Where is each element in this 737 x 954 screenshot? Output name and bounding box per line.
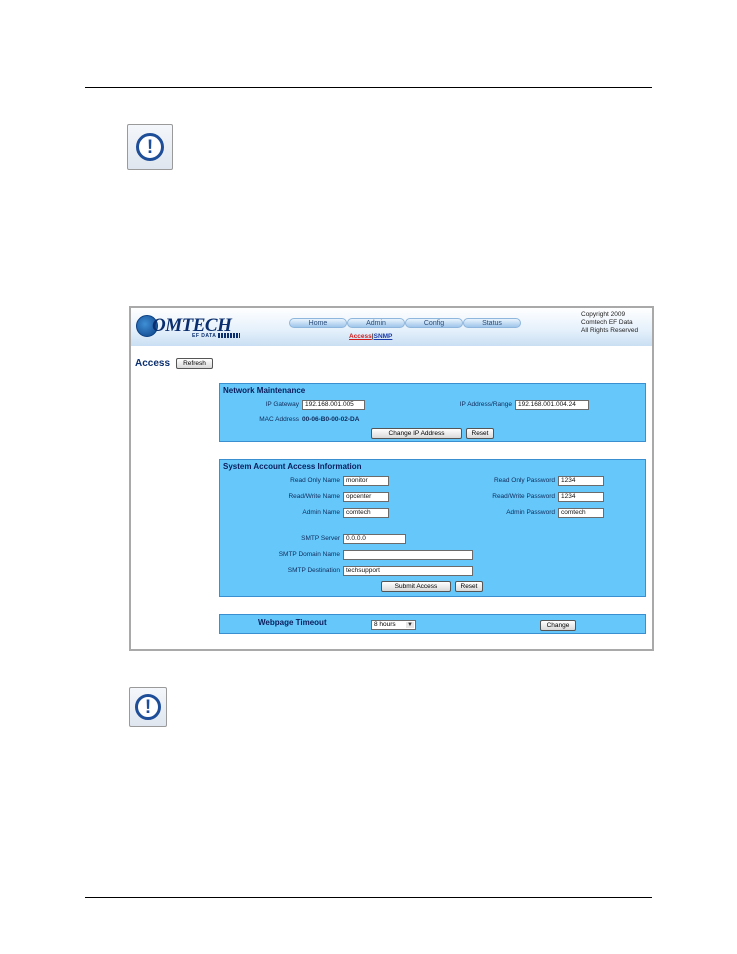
refresh-button[interactable]: Refresh bbox=[176, 358, 213, 369]
read-only-password-input[interactable]: 1234 bbox=[558, 476, 604, 486]
smtp-domain-label: SMTP Domain Name bbox=[278, 551, 340, 558]
tab-config[interactable]: Config bbox=[405, 318, 463, 328]
read-write-name-input[interactable]: opcenter bbox=[343, 492, 389, 502]
comtech-logo: OMTECH EF DATA bbox=[136, 313, 246, 339]
admin-subnav: Access|SNMP bbox=[349, 333, 392, 340]
ip-range-label: IP Address/Range bbox=[459, 401, 512, 408]
subnav-access-link[interactable]: Access bbox=[349, 333, 372, 340]
timeout-selected-value: 8 hours bbox=[374, 621, 396, 628]
smtp-destination-label: SMTP Destination bbox=[287, 567, 340, 574]
top-banner: OMTECH EF DATA Home Admin Config Status … bbox=[131, 308, 652, 346]
timeout-select[interactable]: 8 hours ▼ bbox=[371, 620, 416, 630]
footer-rule bbox=[85, 897, 652, 898]
read-write-password-input[interactable]: 1234 bbox=[558, 492, 604, 502]
header-rule bbox=[85, 87, 652, 88]
network-maintenance-panel: Network Maintenance IP Gateway 192.168.0… bbox=[219, 383, 646, 442]
admin-name-label: Admin Name bbox=[302, 509, 340, 516]
smtp-server-input[interactable]: 0.0.0.0 bbox=[343, 534, 406, 544]
mac-address-value: 00-06-B0-00-02-DA bbox=[302, 416, 360, 423]
copyright-line-3: All Rights Reserved bbox=[581, 327, 639, 334]
admin-password-label: Admin Password bbox=[506, 509, 555, 516]
tab-admin[interactable]: Admin bbox=[347, 318, 405, 328]
read-only-name-label: Read Only Name bbox=[290, 477, 340, 484]
logo-subtitle: EF DATA bbox=[192, 333, 217, 339]
ip-range-input[interactable]: 192.168.001.004.24 bbox=[515, 400, 589, 410]
timeout-change-button[interactable]: Change bbox=[540, 620, 576, 631]
ip-gateway-label: IP Gateway bbox=[265, 401, 299, 408]
ip-gateway-input[interactable]: 192.168.001.005 bbox=[302, 400, 365, 410]
notice-icon-bottom: ! bbox=[129, 687, 167, 727]
tab-status[interactable]: Status bbox=[463, 318, 521, 328]
web-ui-screenshot: OMTECH EF DATA Home Admin Config Status … bbox=[129, 306, 654, 651]
copyright-line-2: Comtech EF Data bbox=[581, 319, 633, 326]
copyright-notice: Copyright 2009 Comtech EF Data All Right… bbox=[581, 311, 638, 335]
admin-name-input[interactable]: comtech bbox=[343, 508, 389, 518]
account-access-panel: System Account Access Information Read O… bbox=[219, 459, 646, 597]
exclamation-icon: ! bbox=[135, 694, 161, 720]
read-only-password-label: Read Only Password bbox=[493, 477, 555, 484]
copyright-line-1: Copyright 2009 bbox=[581, 311, 626, 318]
logo-bars bbox=[218, 333, 240, 338]
mac-address-label: MAC Address bbox=[259, 416, 299, 423]
account-reset-button[interactable]: Reset bbox=[455, 581, 483, 592]
read-only-name-input[interactable]: monitor bbox=[343, 476, 389, 486]
webpage-timeout-panel: Webpage Timeout 8 hours ▼ Change bbox=[219, 614, 646, 634]
smtp-destination-input[interactable]: techsupport bbox=[343, 566, 473, 576]
network-maintenance-title: Network Maintenance bbox=[223, 386, 306, 395]
submit-access-button[interactable]: Submit Access bbox=[381, 581, 451, 592]
tab-home[interactable]: Home bbox=[289, 318, 347, 328]
page-title: Access bbox=[135, 358, 171, 369]
change-ip-address-button[interactable]: Change IP Address bbox=[371, 428, 462, 439]
read-write-password-label: Read/Write Password bbox=[492, 493, 555, 500]
notice-icon-top: ! bbox=[127, 124, 173, 170]
webpage-timeout-label: Webpage Timeout bbox=[258, 618, 327, 627]
network-reset-button[interactable]: Reset bbox=[466, 428, 494, 439]
account-access-title: System Account Access Information bbox=[223, 462, 362, 471]
admin-password-input[interactable]: comtech bbox=[558, 508, 604, 518]
chevron-down-icon[interactable]: ▼ bbox=[406, 622, 414, 628]
smtp-server-label: SMTP Server bbox=[301, 535, 340, 542]
read-write-name-label: Read/Write Name bbox=[288, 493, 340, 500]
smtp-domain-input[interactable] bbox=[343, 550, 473, 560]
subnav-snmp-link[interactable]: SNMP bbox=[374, 333, 393, 340]
exclamation-icon: ! bbox=[136, 133, 164, 161]
